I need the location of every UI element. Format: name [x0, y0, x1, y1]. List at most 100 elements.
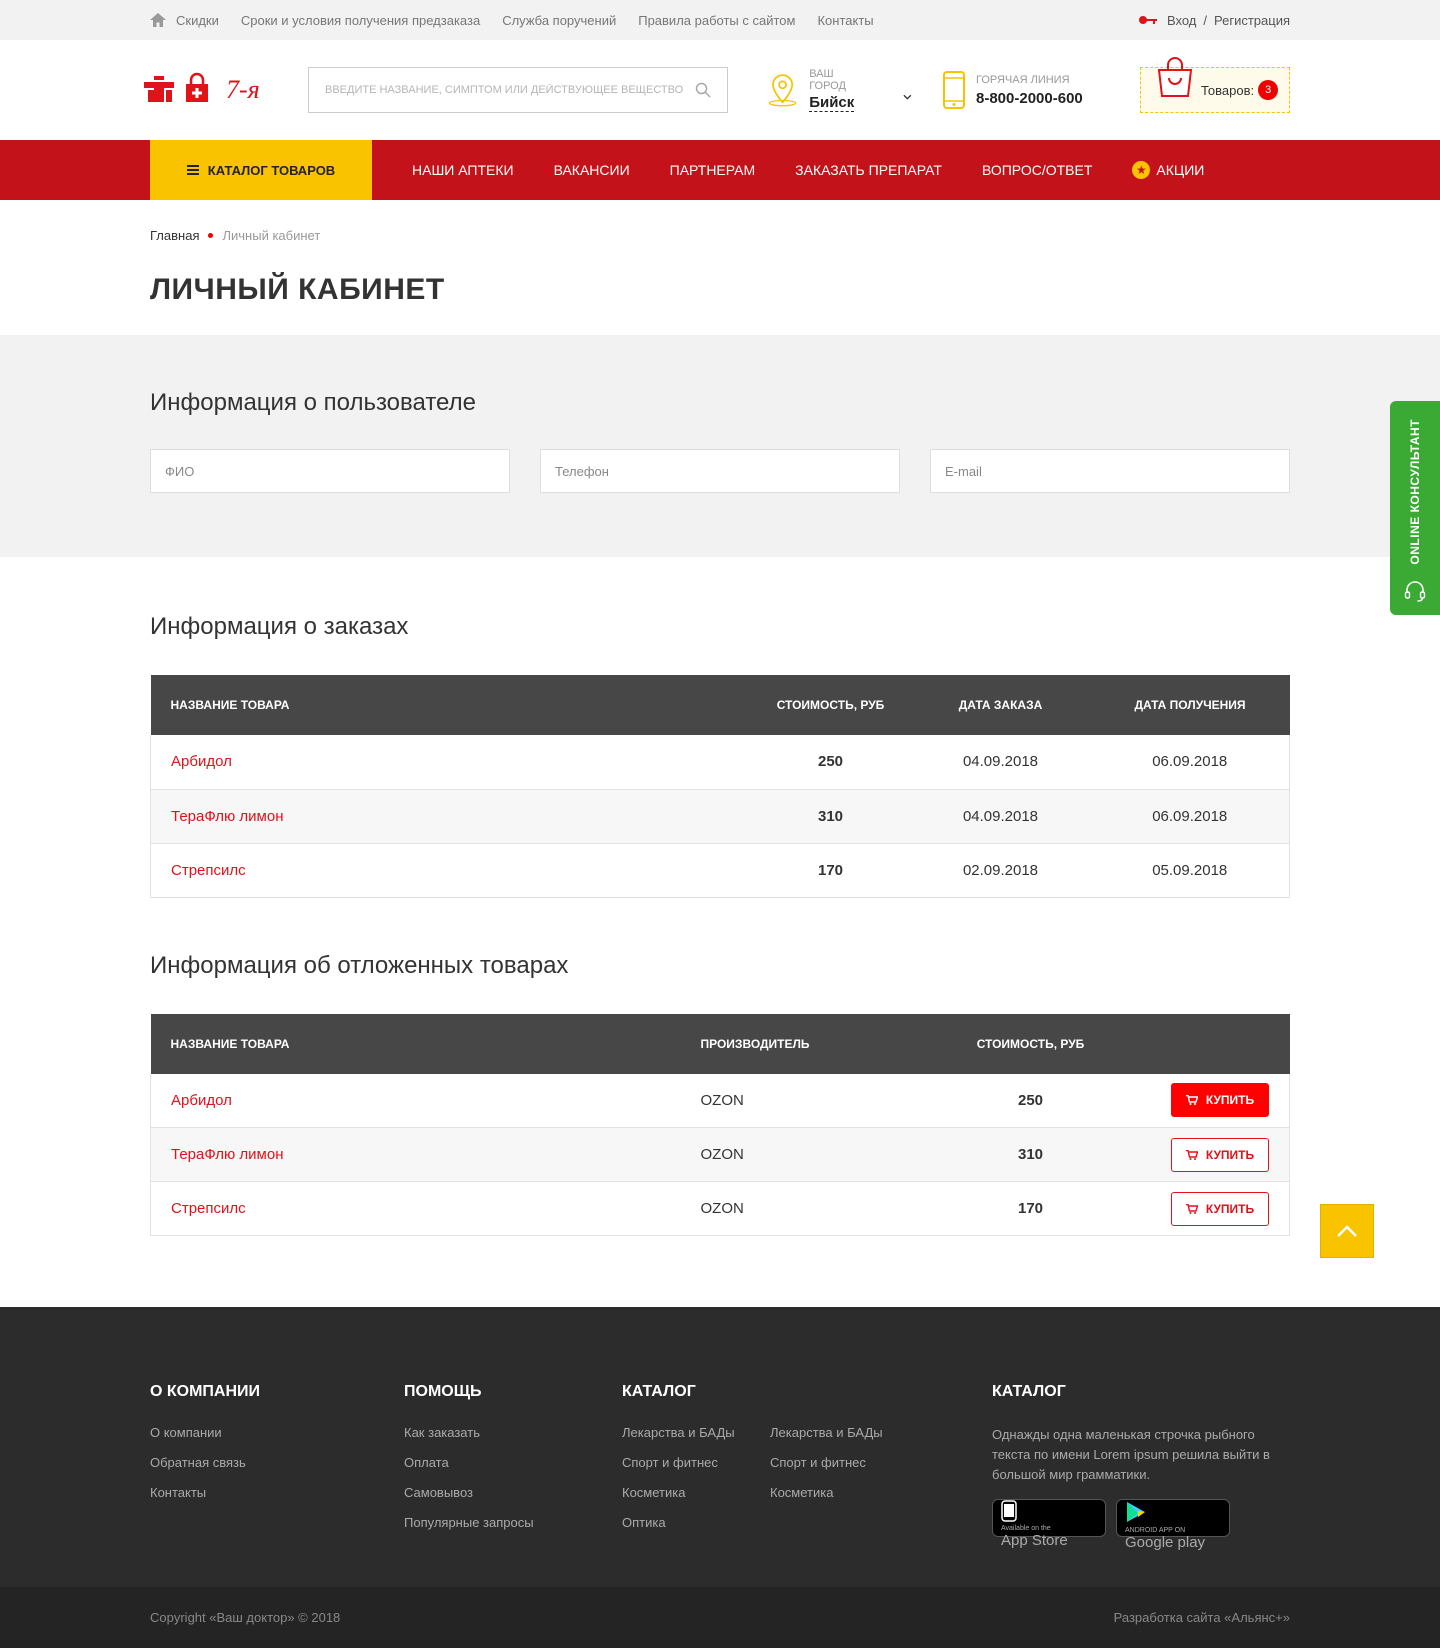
- app-store-badge[interactable]: Available on the App Store: [992, 1499, 1106, 1549]
- auth-links: Вход / Регистрация: [1138, 13, 1290, 28]
- buy-button[interactable]: Купить: [1171, 1191, 1269, 1226]
- top-links: Скидки Сроки и условия получения предзак…: [150, 13, 896, 28]
- footer-link[interactable]: Лекарства и БАДы: [770, 1425, 992, 1440]
- copyright: Copyright «Ваш доктор» © 2018: [150, 1610, 341, 1625]
- bag-icon: [1157, 57, 1193, 97]
- column-header: Дата получения: [1134, 698, 1246, 712]
- register-link[interactable]: Регистрация: [1214, 13, 1290, 28]
- footer-link[interactable]: Оплата: [404, 1455, 622, 1470]
- nav-item-vacancies[interactable]: Вакансии: [554, 162, 630, 178]
- fio-field[interactable]: [150, 449, 510, 493]
- nav-item-pharmacies[interactable]: Наши аптеки: [412, 162, 514, 178]
- table-row: Арбидол OZON 250 Купить: [150, 1073, 1290, 1128]
- logo-mark: 7-я: [144, 72, 260, 104]
- footer-link[interactable]: Лекарства и БАДы: [622, 1425, 770, 1440]
- phone-field[interactable]: [540, 449, 900, 493]
- top-link-contacts[interactable]: Контакты: [817, 13, 873, 28]
- top-link-rules[interactable]: Правила работы с сайтом: [638, 13, 795, 28]
- top-link-errands[interactable]: Служба поручений: [502, 13, 616, 28]
- breadcrumb-home[interactable]: Главная: [150, 228, 199, 243]
- product-link[interactable]: ТераФлю лимон: [150, 789, 751, 844]
- nav-item-promotions[interactable]: ★ Акции: [1132, 161, 1204, 179]
- footer-col-apps: Каталог Однажды одна маленькая строчка р…: [992, 1383, 1282, 1552]
- footer-link[interactable]: Спорт и фитнес: [770, 1455, 992, 1470]
- city-selector[interactable]: Ваш город Бийск: [766, 68, 912, 112]
- nav-item-partners[interactable]: Партнерам: [670, 162, 756, 178]
- footer-col-title: Каталог: [992, 1383, 1066, 1400]
- product-link[interactable]: Арбидол: [150, 735, 751, 790]
- logo[interactable]: 7-я: [142, 70, 266, 110]
- footer-col-title: Каталог: [622, 1383, 696, 1400]
- maker-cell: OZON: [680, 1127, 931, 1182]
- home-icon: [150, 13, 166, 27]
- top-link-preorder[interactable]: Сроки и условия получения предзаказа: [241, 13, 480, 28]
- cart-icon: [1185, 1149, 1198, 1160]
- city-value[interactable]: Бийск: [809, 94, 855, 112]
- product-link[interactable]: Стрепсилс: [150, 843, 751, 898]
- table-row: Стрепсилс OZON 170 Купить: [150, 1181, 1290, 1236]
- deferred-section: Информация об отложенных товарах Названи…: [150, 898, 1290, 1236]
- price-cell: 170: [930, 1181, 1131, 1236]
- online-consultant-tab[interactable]: Online консультант: [1390, 401, 1440, 615]
- search-icon[interactable]: [695, 82, 711, 98]
- catalog-button[interactable]: Каталог товаров: [150, 140, 372, 200]
- footer-link[interactable]: Контакты: [150, 1485, 404, 1500]
- table-header-row: Название товара Стоимость, руб Дата зака…: [150, 675, 1290, 735]
- nav-item-faq[interactable]: Вопрос/ответ: [982, 162, 1092, 178]
- developer-link[interactable]: Разработка сайта «Альянс+»: [1114, 1610, 1290, 1625]
- column-header: Стоимость, руб: [776, 698, 885, 712]
- hotline-label: Горячая линия: [976, 73, 1070, 86]
- hotline-number[interactable]: 8-800-2000-600: [976, 90, 1083, 107]
- orders-title: Информация о заказах: [150, 613, 409, 640]
- footer-col-help: Помощь Как заказать Оплата Самовывоз Поп…: [404, 1383, 622, 1552]
- key-icon: [1138, 16, 1157, 24]
- maker-cell: OZON: [680, 1073, 931, 1128]
- maker-cell: OZON: [680, 1181, 931, 1236]
- city-label: Ваш город: [809, 68, 846, 92]
- login-link[interactable]: Вход: [1167, 13, 1196, 28]
- footer-text: Однажды одна маленькая строчка рыбного т…: [992, 1427, 1270, 1482]
- footer-link[interactable]: О компании: [150, 1425, 404, 1440]
- app-store-badges: Available on the App Store ANDROID APP O…: [992, 1499, 1282, 1552]
- footer-link[interactable]: Обратная связь: [150, 1455, 404, 1470]
- footer-link[interactable]: Популярные запросы: [404, 1515, 622, 1530]
- footer-link[interactable]: Оптика: [622, 1515, 770, 1530]
- receive-date-cell: 06.09.2018: [1090, 735, 1290, 790]
- search-input[interactable]: [325, 84, 695, 96]
- footer-link[interactable]: Как заказать: [404, 1425, 622, 1440]
- email-field[interactable]: [930, 449, 1290, 493]
- buy-button[interactable]: Купить: [1171, 1083, 1269, 1118]
- google-play-badge[interactable]: ANDROID APP ON Google play: [1116, 1499, 1230, 1551]
- page-title: Личный кабинет: [150, 273, 445, 306]
- cart-count-badge: 3: [1258, 80, 1279, 100]
- user-info-title: Информация о пользователе: [150, 389, 476, 416]
- hotline: Горячая линия 8-800-2000-600: [942, 71, 1122, 109]
- scroll-top-button[interactable]: [1320, 1204, 1374, 1258]
- receive-date-cell: 06.09.2018: [1090, 789, 1290, 844]
- top-link-discounts[interactable]: Скидки: [150, 13, 219, 28]
- menu-icon: [186, 165, 199, 175]
- cart-icon: [1185, 1095, 1198, 1106]
- top-link-label: Скидки: [176, 12, 219, 28]
- footer-link[interactable]: Косметика: [622, 1485, 770, 1500]
- chevron-down-icon[interactable]: [903, 94, 912, 100]
- product-link[interactable]: Арбидол: [150, 1073, 681, 1128]
- product-link[interactable]: Стрепсилс: [150, 1181, 681, 1236]
- column-header: Название товара: [170, 698, 290, 712]
- cart-button[interactable]: Товаров: 3: [1140, 57, 1290, 113]
- buy-button[interactable]: Купить: [1171, 1137, 1269, 1172]
- price-cell: 310: [750, 789, 911, 844]
- footer-link[interactable]: Косметика: [770, 1485, 992, 1500]
- main-nav: Каталог товаров Наши аптеки Вакансии Пар…: [0, 140, 1440, 200]
- product-link[interactable]: ТераФлю лимон: [150, 1127, 681, 1182]
- table-row: ТераФлю лимон OZON 310 Купить: [150, 1127, 1290, 1182]
- nav-item-label: Акции: [1156, 162, 1205, 178]
- nav-item-order-drug[interactable]: Заказать препарат: [795, 162, 942, 178]
- orders-section: Информация о заказах Название товара Сто…: [150, 557, 1290, 898]
- deferred-title: Информация об отложенных товарах: [150, 951, 569, 979]
- footer-col-company: О компании О компании Обратная связь Кон…: [150, 1383, 404, 1552]
- footer-link[interactable]: Самовывоз: [404, 1485, 622, 1500]
- order-date-cell: 04.09.2018: [910, 789, 1091, 844]
- cart-icon: [1185, 1203, 1198, 1214]
- footer-link[interactable]: Спорт и фитнес: [622, 1455, 770, 1470]
